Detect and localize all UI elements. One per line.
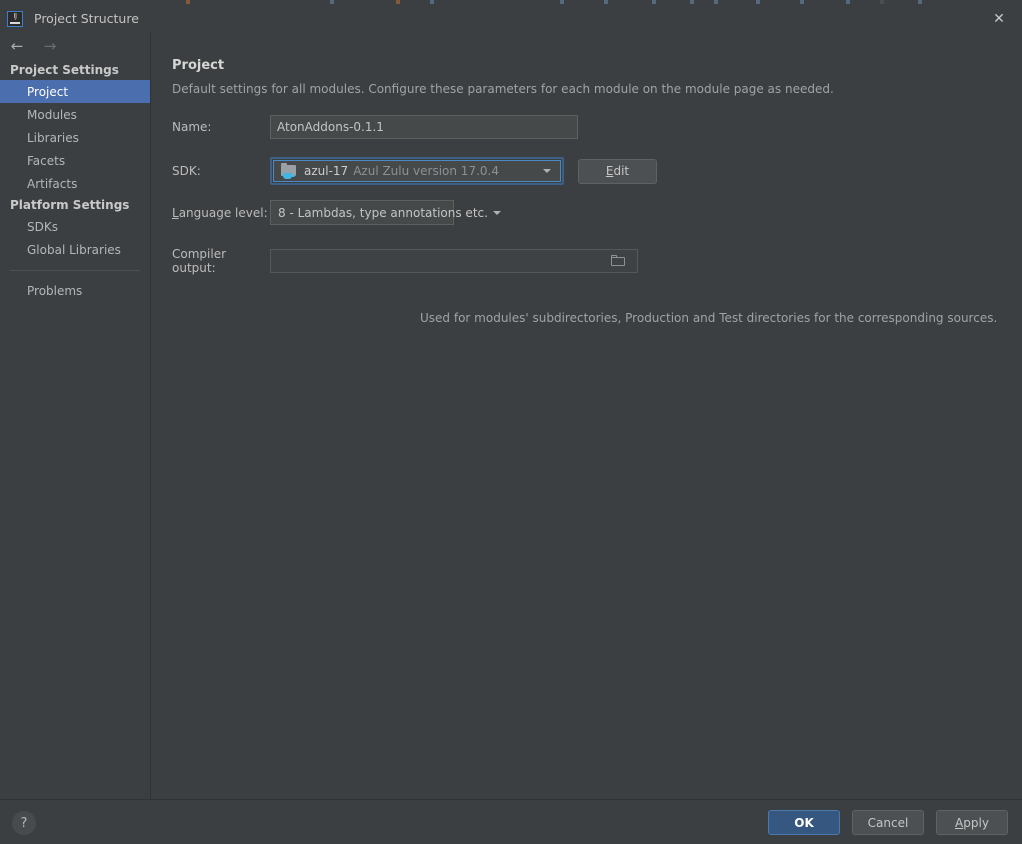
language-level-row: Language level: 8 - Lambdas, type annota…: [172, 200, 501, 225]
sidebar-divider: [10, 270, 140, 271]
page-description: Default settings for all modules. Config…: [172, 82, 834, 96]
dialog-footer: ? OK Cancel Apply: [0, 799, 1022, 844]
language-level-mnemonic: L: [172, 205, 179, 220]
compiler-output-hint: Used for modules' subdirectories, Produc…: [420, 311, 998, 325]
folder-browse-icon[interactable]: [611, 254, 627, 268]
language-level-value: 8 - Lambdas, type annotations etc.: [278, 205, 488, 220]
sidebar-item-facets[interactable]: Facets: [0, 149, 150, 172]
project-structure-dialog: ← → Project Settings Project Modules Lib…: [0, 32, 1022, 799]
name-input[interactable]: AtonAddons-0.1.1: [270, 115, 578, 139]
sidebar-item-global-libraries[interactable]: Global Libraries: [0, 238, 150, 261]
sidebar-group-platform-settings: Platform Settings: [10, 198, 130, 212]
footer-button-bar: OK Cancel Apply: [768, 810, 1008, 835]
sidebar-item-problems[interactable]: Problems: [0, 279, 150, 302]
sdk-combobox[interactable]: azul-17 Azul Zulu version 17.0.4: [270, 157, 564, 185]
apply-button[interactable]: Apply: [936, 810, 1008, 835]
page-title: Project: [172, 58, 225, 73]
compiler-output-input[interactable]: [270, 249, 638, 273]
compiler-output-label: Compiler output:: [172, 247, 227, 275]
apply-button-label: Apply: [955, 816, 989, 830]
sdk-name-label: azul-17: [304, 164, 349, 178]
sdk-edit-mnemonic: E: [605, 164, 614, 178]
close-icon[interactable]: ✕: [976, 5, 1022, 32]
sidebar-item-modules[interactable]: Modules: [0, 103, 150, 126]
window-title: Project Structure: [34, 11, 139, 26]
forward-arrow-icon[interactable]: →: [39, 35, 61, 57]
sidebar-item-project[interactable]: Project: [0, 80, 150, 103]
sidebar-group-project-settings: Project Settings: [10, 63, 119, 77]
ok-button[interactable]: OK: [768, 810, 840, 835]
sdk-version-label: Azul Zulu version 17.0.4: [353, 164, 499, 178]
sidebar-item-artifacts[interactable]: Artifacts: [0, 172, 150, 195]
settings-sidebar: ← → Project Settings Project Modules Lib…: [0, 32, 151, 799]
intellij-idea-icon: [7, 10, 23, 27]
chevron-down-icon[interactable]: [538, 169, 556, 173]
settings-content-panel: Project Default settings for all modules…: [152, 32, 1022, 799]
java-sdk-folder-icon: [281, 162, 297, 179]
sidebar-item-libraries[interactable]: Libraries: [0, 126, 150, 149]
sdk-label: SDK:: [172, 164, 201, 178]
name-label: Name:: [172, 120, 212, 134]
back-arrow-icon[interactable]: ←: [6, 35, 28, 57]
apply-suffix: pply: [963, 815, 989, 830]
sdk-edit-button-label: Edit: [605, 164, 630, 178]
sdk-edit-button[interactable]: Edit: [578, 158, 657, 184]
sdk-row: SDK: azul-17 Azul Zulu version 17.0.4 Ed…: [172, 157, 657, 185]
dialog-titlebar: Project Structure ✕: [0, 5, 1022, 32]
name-row: Name: AtonAddons-0.1.1: [172, 115, 578, 139]
help-button[interactable]: ?: [12, 811, 36, 835]
cancel-button[interactable]: Cancel: [852, 810, 924, 835]
compiler-output-row: Compiler output:: [172, 247, 638, 275]
language-level-label: Language level:: [172, 206, 270, 220]
language-level-label-suffix: anguage level:: [178, 205, 268, 220]
language-level-combobox[interactable]: 8 - Lambdas, type annotations etc.: [270, 200, 501, 225]
chevron-down-icon[interactable]: [488, 210, 506, 215]
sidebar-nav-arrows: ← →: [0, 32, 150, 60]
sidebar-item-sdks[interactable]: SDKs: [0, 215, 150, 238]
